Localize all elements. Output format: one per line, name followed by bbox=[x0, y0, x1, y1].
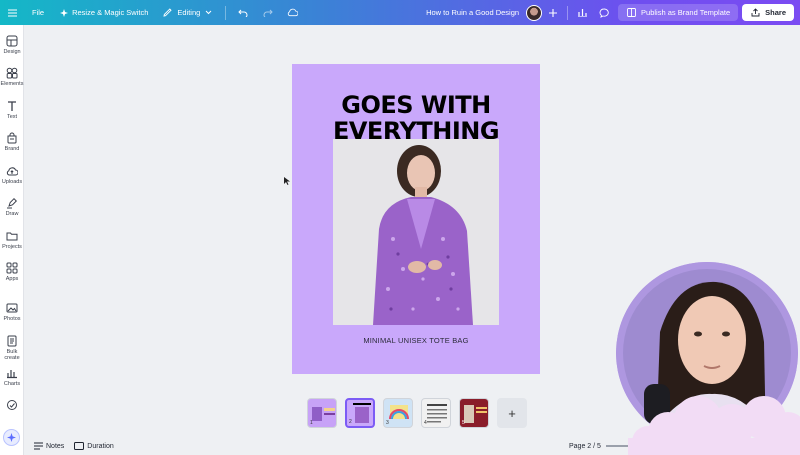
page-thumbnail-5[interactable]: 5 bbox=[459, 398, 489, 428]
redo-button[interactable] bbox=[255, 0, 280, 25]
sidebar-item-label: Bulk create bbox=[4, 349, 20, 361]
folder-icon bbox=[6, 232, 18, 241]
cloud-upload-icon bbox=[6, 167, 18, 176]
notes-button[interactable]: Notes bbox=[34, 442, 64, 450]
sidebar-item-text[interactable]: Text bbox=[0, 100, 24, 120]
page-number: 4 bbox=[424, 420, 427, 426]
hamburger-icon bbox=[7, 7, 18, 18]
comment-icon bbox=[598, 7, 609, 18]
collaborator-avatar[interactable] bbox=[526, 4, 543, 21]
page-thumbnail-4[interactable]: 4 bbox=[421, 398, 451, 428]
brand-icon bbox=[7, 132, 17, 144]
magic-assistant-button[interactable] bbox=[3, 429, 20, 446]
magic-sparkle-icon bbox=[7, 433, 16, 442]
cloud-check-icon bbox=[287, 7, 299, 18]
sidebar-item-draw[interactable]: Draw bbox=[0, 197, 24, 217]
cloud-save-status[interactable] bbox=[280, 0, 305, 25]
share-upload-icon bbox=[750, 7, 761, 18]
page-thumbnail-2[interactable]: 2 bbox=[345, 398, 375, 428]
left-sidebar: Design Elements Text Brand Uploads Draw … bbox=[0, 25, 24, 455]
pen-icon bbox=[7, 197, 18, 209]
editing-label: Editing bbox=[177, 8, 201, 17]
sidebar-item-label: Apps bbox=[5, 276, 19, 282]
add-collaborator-button[interactable] bbox=[542, 0, 563, 25]
chevron-down-icon bbox=[203, 7, 214, 18]
top-toolbar: File Resize & Magic Switch Editing How t… bbox=[0, 0, 800, 25]
shapes-icon bbox=[6, 67, 18, 79]
image-icon bbox=[6, 303, 18, 313]
plus-icon bbox=[547, 7, 558, 18]
resize-label: Resize & Magic Switch bbox=[72, 8, 149, 17]
sidebar-item-label: Design bbox=[3, 49, 21, 55]
layout-icon bbox=[6, 35, 18, 47]
bar-chart-icon bbox=[577, 7, 588, 18]
template-icon bbox=[626, 7, 637, 18]
page-thumbnail-1[interactable]: 1 bbox=[307, 398, 337, 428]
sidebar-item-label: Brand bbox=[4, 146, 20, 152]
design-title[interactable]: How to Ruin a Good Design bbox=[419, 0, 526, 25]
sidebar-item-design[interactable]: Design bbox=[0, 35, 24, 55]
resize-magic-switch-button[interactable]: Resize & Magic Switch bbox=[51, 0, 155, 25]
model-photo[interactable] bbox=[333, 139, 499, 325]
duration-label: Duration bbox=[87, 442, 114, 450]
timer-icon bbox=[74, 442, 85, 450]
page-thumbnails: 1 2 3 4 5 + bbox=[307, 398, 527, 428]
sidebar-item-label: Draw bbox=[5, 211, 19, 217]
file-menu[interactable]: File bbox=[25, 0, 51, 25]
undo-button[interactable] bbox=[230, 0, 255, 25]
sidebar-item-more[interactable] bbox=[0, 399, 24, 413]
sidebar-item-uploads[interactable]: Uploads bbox=[0, 165, 24, 185]
sidebar-item-charts[interactable]: Charts bbox=[0, 367, 24, 387]
editing-mode-dropdown[interactable]: Editing bbox=[155, 0, 221, 25]
notes-icon bbox=[34, 442, 43, 450]
toolbar-divider bbox=[567, 5, 569, 20]
model-photo-graphic bbox=[333, 139, 499, 325]
share-label: Share bbox=[765, 8, 786, 17]
sidebar-item-label: Elements bbox=[0, 81, 24, 87]
page-number: 1 bbox=[310, 420, 313, 426]
redo-icon bbox=[262, 7, 273, 18]
more-icon bbox=[7, 400, 17, 410]
sidebar-item-label: Photos bbox=[3, 316, 21, 322]
sidebar-item-photos[interactable]: Photos bbox=[0, 302, 24, 322]
sidebar-item-label: Projects bbox=[2, 244, 22, 250]
design-page[interactable]: GOES WITH EVERYTHING MINIMAL UNISEX TOTE… bbox=[292, 64, 540, 374]
sidebar-item-brand[interactable]: Brand bbox=[0, 132, 24, 152]
add-page-button[interactable]: + bbox=[497, 398, 527, 428]
sidebar-item-label: Charts bbox=[3, 381, 21, 387]
insights-button[interactable] bbox=[572, 0, 593, 25]
apps-grid-icon bbox=[6, 262, 18, 274]
cloud-decoration bbox=[628, 396, 800, 455]
text-icon bbox=[8, 101, 16, 111]
sidebar-item-elements[interactable]: Elements bbox=[0, 67, 24, 87]
bulk-create-icon bbox=[7, 335, 17, 347]
page-indicator[interactable]: Page 2 / 5 bbox=[569, 443, 601, 450]
headline-line-1[interactable]: GOES WITH bbox=[292, 92, 540, 118]
sidebar-item-bulk-create[interactable]: Bulk create bbox=[0, 335, 24, 361]
toolbar-divider bbox=[225, 5, 227, 20]
page-number: 3 bbox=[386, 420, 389, 426]
duration-button[interactable]: Duration bbox=[74, 442, 114, 450]
pencil-icon bbox=[162, 7, 173, 18]
design-subtitle[interactable]: MINIMAL UNISEX TOTE BAG bbox=[292, 336, 540, 345]
comments-button[interactable] bbox=[593, 0, 614, 25]
share-button[interactable]: Share bbox=[742, 4, 794, 21]
publish-brand-template-button[interactable]: Publish as Brand Template bbox=[618, 4, 739, 21]
chart-icon bbox=[7, 370, 17, 379]
mouse-cursor-icon bbox=[284, 177, 290, 185]
publish-label: Publish as Brand Template bbox=[641, 8, 731, 17]
undo-icon bbox=[237, 7, 248, 18]
sidebar-item-projects[interactable]: Projects bbox=[0, 230, 24, 250]
page-thumbnail-3[interactable]: 3 bbox=[383, 398, 413, 428]
sidebar-item-apps[interactable]: Apps bbox=[0, 262, 24, 282]
sparkle-icon bbox=[58, 7, 69, 18]
notes-label: Notes bbox=[46, 442, 65, 450]
main-menu-button[interactable] bbox=[0, 0, 25, 25]
page-number: 2 bbox=[349, 419, 352, 425]
sidebar-item-label: Text bbox=[6, 114, 18, 120]
page-number: 5 bbox=[462, 420, 465, 426]
sidebar-item-label: Uploads bbox=[1, 179, 23, 185]
